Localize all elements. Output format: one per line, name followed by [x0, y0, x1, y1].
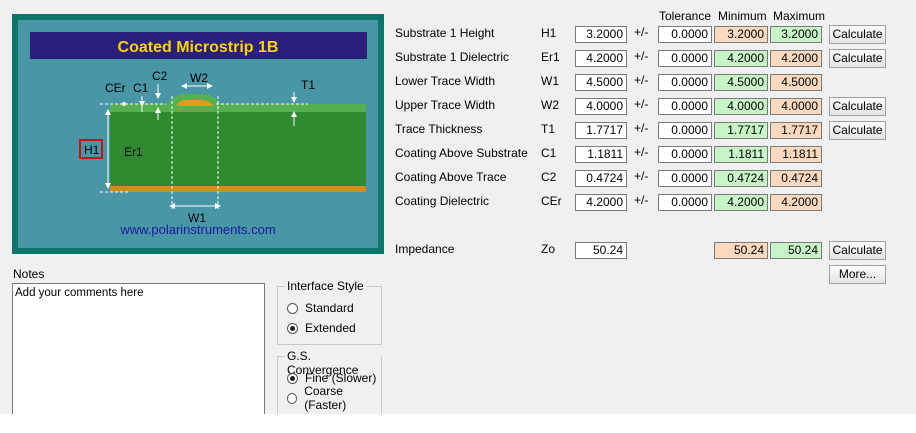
more-button[interactable]: More... — [829, 265, 886, 284]
param-max-c1[interactable]: 1.1811 — [770, 146, 822, 163]
param-label-er1: Substrate 1 Dielectric — [395, 50, 510, 64]
param-min-h1[interactable]: 3.2000 — [714, 26, 768, 43]
param-max-h1[interactable]: 3.2000 — [770, 26, 822, 43]
param-max-w2[interactable]: 4.0000 — [770, 98, 822, 115]
param-max-er1[interactable]: 4.2000 — [770, 50, 822, 67]
param-pm-er1: +/- — [634, 49, 649, 63]
maximum-heading: Maximum — [773, 9, 826, 23]
param-min-c2[interactable]: 0.4724 — [714, 170, 768, 187]
param-tolerance-h1[interactable]: 0.0000 — [658, 26, 712, 43]
structure-diagram: Coated Microstrip 1B CEr C1 C2 W2 T1 Er1… — [12, 14, 384, 254]
er1-label: Er1 — [124, 145, 143, 159]
param-tolerance-er1[interactable]: 0.0000 — [658, 50, 712, 67]
param-pm-c2: +/- — [634, 169, 649, 183]
impedance-max-field[interactable]: 50.24 — [770, 242, 822, 259]
param-max-cer[interactable]: 4.2000 — [770, 194, 822, 211]
param-value-w2[interactable]: 4.0000 — [575, 98, 627, 115]
param-max-w1[interactable]: 4.5000 — [770, 74, 822, 91]
cer-label: CEr — [105, 81, 126, 95]
radio-extended-label: Extended — [305, 321, 356, 335]
param-symbol-cer: CEr — [541, 194, 562, 208]
param-value-c2[interactable]: 0.4724 — [575, 170, 627, 187]
param-pm-cer: +/- — [634, 193, 649, 207]
param-pm-t1: +/- — [634, 121, 649, 135]
param-min-t1[interactable]: 1.7717 — [714, 122, 768, 139]
diagram-title: Coated Microstrip 1B — [118, 39, 279, 56]
param-label-w1: Lower Trace Width — [395, 74, 496, 88]
param-label-cer: Coating Dielectric — [395, 194, 490, 208]
interface-style-legend: Interface Style — [285, 279, 366, 293]
param-value-c1[interactable]: 1.1811 — [575, 146, 627, 163]
param-symbol-t1: T1 — [541, 122, 556, 136]
radio-fine-label: Fine (Slower) — [305, 371, 377, 385]
calculate-w2-button[interactable]: Calculate — [829, 97, 886, 116]
h1-label: H1 — [84, 143, 100, 157]
diagram-canvas: Coated Microstrip 1B CEr C1 C2 W2 T1 Er1… — [18, 20, 378, 248]
param-value-t1[interactable]: 1.7717 — [575, 122, 627, 139]
radio-standard[interactable]: Standard — [287, 300, 354, 316]
param-tolerance-c2[interactable]: 0.0000 — [658, 170, 712, 187]
param-pm-w2: +/- — [634, 97, 649, 111]
param-max-c2[interactable]: 0.4724 — [770, 170, 822, 187]
param-label-w2: Upper Trace Width — [395, 98, 496, 112]
param-symbol-h1: H1 — [541, 26, 557, 40]
impedance-label: Impedance — [395, 242, 455, 256]
convergence-group: G.S. Convergence Fine (Slower) Coarse (F… — [277, 349, 382, 415]
calculate-impedance-button[interactable]: Calculate — [829, 241, 886, 260]
calculate-t1-button[interactable]: Calculate — [829, 121, 886, 140]
diagram-url: www.polarinstruments.com — [119, 222, 275, 237]
status-strip — [0, 414, 916, 433]
param-label-t1: Trace Thickness — [395, 122, 483, 136]
radio-standard-label: Standard — [305, 301, 354, 315]
radio-coarse[interactable]: Coarse (Faster) — [287, 384, 381, 412]
param-value-h1[interactable]: 3.2000 — [575, 26, 627, 43]
param-label-h1: Substrate 1 Height — [395, 26, 495, 40]
param-symbol-c2: C2 — [541, 170, 557, 184]
param-symbol-w1: W1 — [541, 74, 559, 88]
param-max-t1[interactable]: 1.7717 — [770, 122, 822, 139]
param-min-w2[interactable]: 4.0000 — [714, 98, 768, 115]
param-pm-w1: +/- — [634, 73, 649, 87]
param-value-er1[interactable]: 4.2000 — [575, 50, 627, 67]
w2-label: W2 — [190, 71, 208, 85]
param-label-c2: Coating Above Trace — [395, 170, 507, 184]
t1-label: T1 — [301, 78, 315, 92]
c1-label: C1 — [133, 81, 149, 95]
impedance-min-field[interactable]: 50.24 — [714, 242, 768, 259]
param-tolerance-t1[interactable]: 0.0000 — [658, 122, 712, 139]
radio-fine-icon[interactable] — [287, 372, 298, 384]
notes-label: Notes — [13, 267, 45, 281]
param-min-c1[interactable]: 1.1811 — [714, 146, 768, 163]
radio-standard-icon[interactable] — [287, 302, 298, 314]
param-min-w1[interactable]: 4.5000 — [714, 74, 768, 91]
param-tolerance-w2[interactable]: 0.0000 — [658, 98, 712, 115]
param-value-cer[interactable]: 4.2000 — [575, 194, 627, 211]
param-pm-c1: +/- — [634, 145, 649, 159]
param-min-cer[interactable]: 4.2000 — [714, 194, 768, 211]
param-value-w1[interactable]: 4.5000 — [575, 74, 627, 91]
param-tolerance-cer[interactable]: 0.0000 — [658, 194, 712, 211]
param-min-er1[interactable]: 4.2000 — [714, 50, 768, 67]
impedance-symbol: Zo — [541, 242, 556, 256]
radio-coarse-icon[interactable] — [287, 392, 298, 404]
calculate-h1-button[interactable]: Calculate — [829, 25, 886, 44]
tolerance-heading: Tolerance — [659, 9, 712, 23]
param-label-c1: Coating Above Substrate — [395, 146, 528, 160]
notes-textarea[interactable]: Add your comments here — [12, 283, 265, 423]
interface-style-group: Interface Style Standard Extended — [277, 279, 382, 345]
param-symbol-c1: C1 — [541, 146, 557, 160]
param-symbol-w2: W2 — [541, 98, 559, 112]
radio-coarse-label: Coarse (Faster) — [304, 384, 347, 412]
c2-label: C2 — [152, 69, 168, 83]
param-tolerance-c1[interactable]: 0.0000 — [658, 146, 712, 163]
minimum-heading: Minimum — [718, 9, 767, 23]
radio-extended[interactable]: Extended — [287, 320, 356, 336]
impedance-value-field[interactable]: 50.24 — [575, 242, 627, 259]
radio-extended-icon[interactable] — [287, 322, 298, 334]
param-symbol-er1: Er1 — [541, 50, 560, 64]
calculate-er1-button[interactable]: Calculate — [829, 49, 886, 68]
param-tolerance-w1[interactable]: 0.0000 — [658, 74, 712, 91]
param-pm-h1: +/- — [634, 25, 649, 39]
